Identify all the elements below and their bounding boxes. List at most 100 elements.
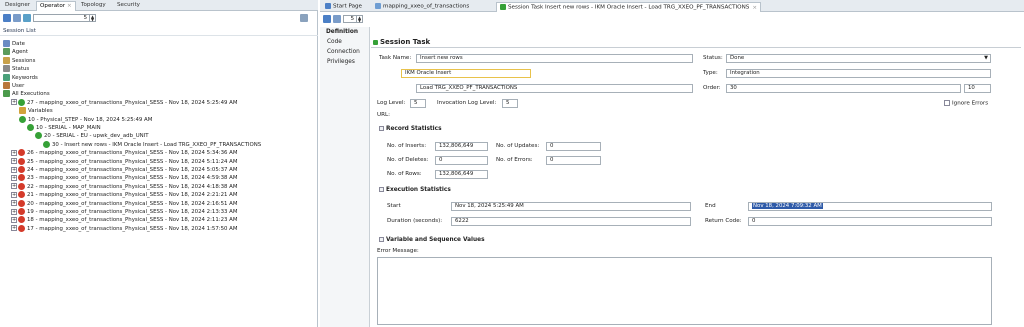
tree-item[interactable]: Variables (19, 107, 53, 115)
inserts-field[interactable]: 132,806,649 (435, 142, 488, 151)
tree-item[interactable]: Sessions (3, 56, 35, 65)
end-field[interactable]: Nov 18, 2024 7:09:32 AM (748, 202, 992, 211)
tree-item[interactable]: 10 - SERIAL - MAP_MAIN (27, 124, 101, 132)
tree-item-label: 27 - mapping_xxeo_of_transactions_Physic… (27, 99, 238, 106)
deletes-field[interactable]: 0 (435, 156, 488, 165)
layout-icon[interactable] (23, 14, 31, 22)
tree-item-label: User (12, 83, 25, 89)
nav-code[interactable]: Code (320, 37, 369, 47)
expand-icon[interactable]: + (11, 174, 17, 181)
nav-connection[interactable]: Connection (320, 47, 369, 57)
close-icon[interactable]: × (67, 3, 72, 9)
tab-operator[interactable]: Operator × (36, 1, 76, 11)
return-code-field[interactable]: 0 (748, 217, 992, 226)
tree-item[interactable]: +26 - mapping_xxeo_of_transactions_Physi… (11, 149, 238, 157)
session-list-header: Session List (0, 27, 318, 36)
expand-icon[interactable]: + (11, 225, 17, 232)
spinner-arrows-icon[interactable]: ▲ ▼ (89, 15, 95, 22)
nav-privileges[interactable]: Privileges (320, 57, 369, 67)
tree-item[interactable]: Date (3, 40, 25, 48)
tab-designer[interactable]: Designer (2, 1, 33, 11)
filter-icon[interactable] (13, 14, 21, 22)
order-field[interactable]: 30 (726, 84, 961, 93)
execution-statistics-header[interactable]: Execution Statistics (379, 187, 451, 193)
spinner-value: 5 (350, 16, 354, 22)
expand-icon[interactable]: + (11, 200, 17, 207)
target-field[interactable]: Load TRG_XXEO_PF_TRANSACTIONS (416, 84, 693, 93)
tree-item-label: 30 - Insert new rows - IKM Oracle Insert… (52, 141, 262, 148)
expand-icon[interactable]: + (11, 158, 17, 165)
layout-icon[interactable] (333, 15, 341, 23)
tree-item-label: Date (12, 41, 25, 47)
tree-item[interactable]: +18 - mapping_xxeo_of_transactions_Physi… (11, 216, 238, 224)
collapse-icon[interactable] (379, 237, 384, 242)
tree-item[interactable]: 10 - Physical_STEP - Nov 18, 2024 5:25:4… (19, 115, 152, 124)
tree-item[interactable]: +22 - mapping_xxeo_of_transactions_Physi… (11, 182, 238, 191)
type-field[interactable]: Integration (726, 69, 991, 78)
error-message-area[interactable] (377, 257, 992, 325)
expand-icon[interactable]: + (11, 191, 17, 198)
keywords-icon (3, 73, 10, 81)
error-icon (18, 157, 25, 165)
tree-item[interactable]: +25 - mapping_xxeo_of_transactions_Physi… (11, 157, 238, 166)
tree-item[interactable]: +23 - mapping_xxeo_of_transactions_Physi… (11, 174, 238, 182)
find-icon[interactable] (300, 14, 308, 22)
close-icon[interactable]: × (752, 5, 757, 11)
success-icon (18, 98, 25, 106)
section-title: Session List (3, 28, 36, 34)
spinner-arrows-icon[interactable]: ▲ ▼ (356, 16, 362, 23)
tree-item[interactable]: +17 - mapping_xxeo_of_transactions_Physi… (11, 224, 238, 233)
page-size-spinner[interactable]: 5 ▲ ▼ (33, 14, 96, 22)
tree-item[interactable]: +20 - mapping_xxeo_of_transactions_Physi… (11, 199, 238, 208)
tab-topology[interactable]: Topology (78, 1, 109, 11)
updates-field[interactable]: 0 (546, 142, 601, 151)
tree-item[interactable]: Keywords (3, 73, 38, 82)
record-statistics-header[interactable]: Record Statistics (379, 126, 442, 132)
tree-item[interactable]: 30 - Insert new rows - IKM Oracle Insert… (43, 140, 262, 149)
errors-field[interactable]: 0 (546, 156, 601, 165)
expand-icon[interactable]: + (11, 183, 17, 190)
rows-field[interactable]: 132,806,649 (435, 170, 488, 179)
tree-item[interactable]: +27 - mapping_xxeo_of_transactions_Physi… (11, 98, 238, 107)
variable-sequence-header[interactable]: Variable and Sequence Values (379, 237, 485, 243)
expand-icon[interactable]: + (11, 99, 17, 106)
tree-item-label: 10 - SERIAL - MAP_MAIN (36, 125, 101, 131)
tree-item[interactable]: User (3, 82, 24, 90)
tab-start-page[interactable]: Start Page (322, 2, 365, 12)
start-field[interactable]: Nov 18, 2024 5:25:49 AM (451, 202, 691, 211)
tab-security[interactable]: Security (114, 1, 143, 11)
log-spinner[interactable]: 5 ▲ ▼ (343, 15, 363, 23)
invocation-log-level-field[interactable]: 5 (502, 99, 518, 108)
tab-mapping[interactable]: mapping_xxeo_of_transactions (372, 2, 472, 12)
start-page-icon (325, 3, 331, 9)
group-title: Execution Statistics (386, 187, 451, 193)
duration-field[interactable]: 6222 (451, 217, 691, 226)
expand-icon[interactable]: + (11, 149, 17, 156)
tree-item[interactable]: 20 - SERIAL - EU - upwk_dev_adb_UNIT (35, 132, 149, 140)
nav-definition[interactable]: Definition (320, 27, 369, 37)
task-name-field[interactable]: Insert new rows (416, 54, 693, 63)
status-select[interactable]: Done ▼ (726, 54, 991, 63)
tree-item[interactable]: +19 - mapping_xxeo_of_transactions_Physi… (11, 208, 238, 216)
collapse-icon[interactable] (379, 126, 384, 131)
refresh-icon[interactable] (323, 15, 331, 23)
expand-icon[interactable]: + (11, 208, 17, 215)
tree-item[interactable]: Status (3, 65, 29, 73)
expand-icon[interactable]: + (11, 166, 17, 173)
refresh-icon[interactable] (3, 14, 11, 22)
ignore-errors-label: Ignore Errors (952, 100, 989, 107)
collapse-icon[interactable] (379, 187, 384, 192)
checkbox-icon[interactable] (944, 100, 950, 106)
end-value-selected: Nov 18, 2024 7:09:32 AM (752, 203, 823, 209)
log-level-field[interactable]: 5 (410, 99, 426, 108)
tree-item[interactable]: +21 - mapping_xxeo_of_transactions_Physi… (11, 191, 238, 199)
tree-item[interactable]: +24 - mapping_xxeo_of_transactions_Physi… (11, 166, 238, 174)
tree-item-label: Variables (28, 108, 53, 115)
tree-item[interactable]: Agent (3, 48, 28, 56)
tree-item[interactable]: All Executions (3, 90, 50, 98)
km-field[interactable]: IKM Oracle Insert (401, 69, 531, 78)
ignore-errors-checkbox[interactable]: Ignore Errors (944, 100, 988, 107)
expand-icon[interactable]: + (11, 216, 17, 223)
order-secondary-field[interactable]: 10 (964, 84, 991, 93)
tab-session-task[interactable]: Session Task Insert new rows - IKM Oracl… (496, 2, 762, 12)
